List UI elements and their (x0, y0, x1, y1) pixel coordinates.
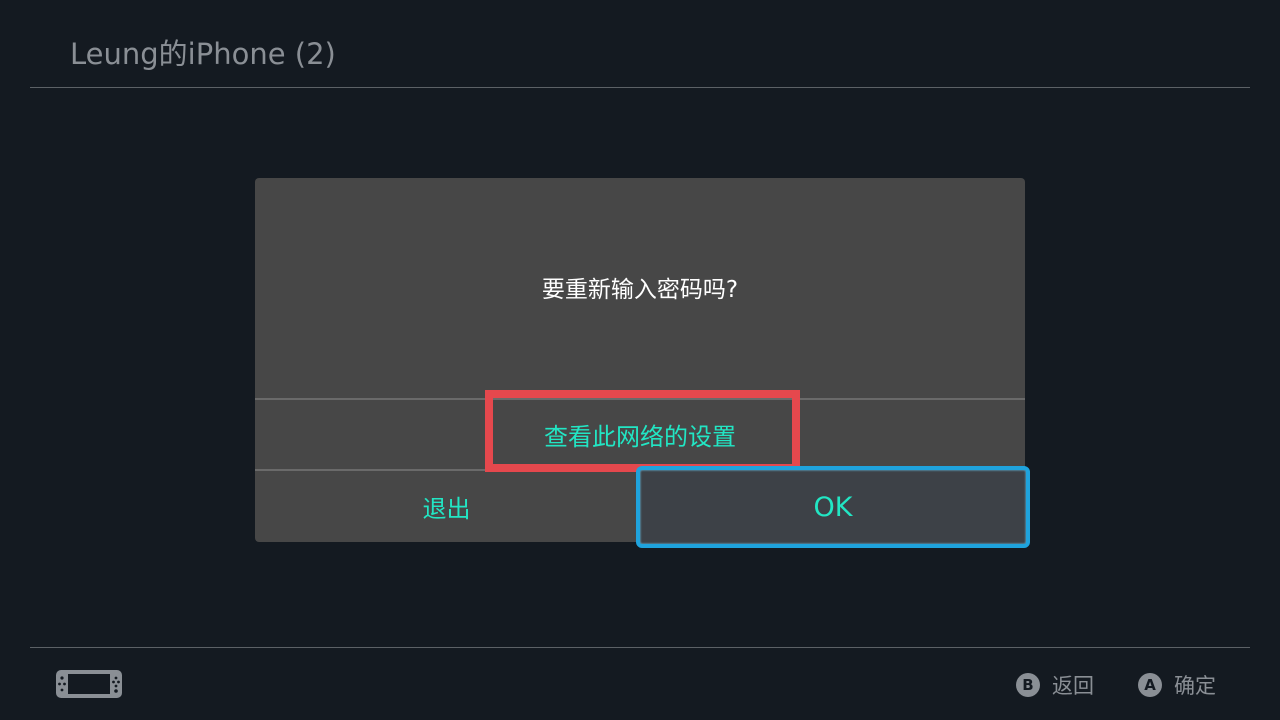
b-button-icon: B (1016, 673, 1040, 697)
back-hint[interactable]: B 返回 (1016, 670, 1094, 700)
handheld-console-icon (56, 670, 122, 698)
page-title: Leung的iPhone (2) (70, 37, 336, 71)
exit-button[interactable]: 退出 (255, 471, 638, 542)
view-network-settings-button[interactable]: 查看此网络的设置 (255, 400, 1025, 469)
ok-button[interactable]: OK (636, 466, 1030, 548)
dialog-message: 要重新输入密码吗? (541, 277, 739, 303)
back-label: 返回 (1052, 674, 1094, 698)
confirm-label: 确定 (1174, 674, 1216, 698)
a-button-icon: A (1138, 673, 1162, 697)
header-divider (30, 87, 1250, 88)
screen: Leung的iPhone (2) 要重新输入密码吗? 查看此网络的设置 退出 O… (0, 0, 1280, 720)
footer-divider (30, 647, 1250, 648)
confirm-hint[interactable]: A 确定 (1138, 670, 1216, 700)
